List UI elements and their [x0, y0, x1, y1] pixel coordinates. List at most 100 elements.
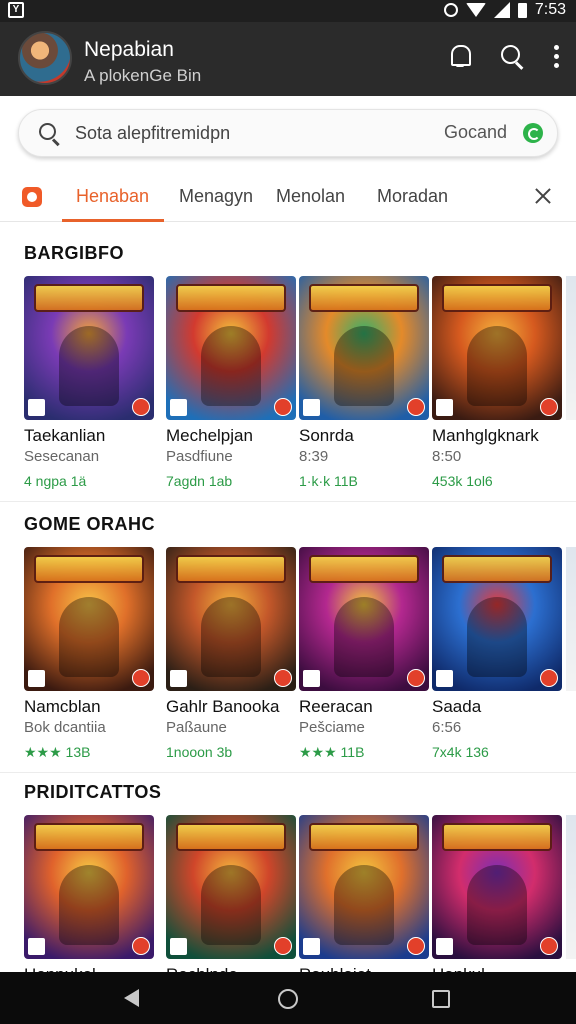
rating-badge-icon [303, 938, 320, 955]
game-cover-image[interactable] [166, 815, 296, 959]
app-title: Nepabian [84, 38, 174, 61]
hero-figure [334, 865, 394, 945]
game-title: Sonrda [299, 426, 354, 445]
search-input[interactable] [75, 120, 375, 146]
game-cover-image[interactable] [299, 547, 429, 691]
game-logo [442, 555, 552, 583]
game-subtitle: 8:50 [432, 448, 462, 465]
editors-choice-icon [132, 398, 150, 416]
game-cover-image[interactable] [432, 276, 562, 420]
game-cover-image[interactable] [299, 815, 429, 959]
card-row: Taekanlian Sesecanan 4 ngpa 1ä Mechelpjan Pa… [24, 276, 576, 506]
editors-choice-icon [132, 937, 150, 955]
avatar[interactable] [18, 31, 72, 85]
next-card-peek[interactable] [566, 547, 576, 691]
game-cover-image[interactable] [166, 547, 296, 691]
search-action-label[interactable]: Gocand [444, 122, 507, 143]
game-cover-image[interactable] [166, 276, 296, 420]
game-meta: 4 ngpa 1ä [24, 473, 87, 489]
hero-figure [59, 326, 119, 406]
hero-figure [201, 597, 261, 677]
game-meta: 1nooon 3b [166, 744, 233, 760]
rating-badge-icon [28, 399, 45, 416]
tab-moradan[interactable]: Moradan [377, 186, 448, 207]
section-divider [0, 772, 576, 773]
hero-figure [59, 597, 119, 677]
editors-choice-icon [540, 398, 558, 416]
bell-icon[interactable] [446, 42, 474, 70]
signal-icon [493, 2, 510, 18]
rating-badge-icon [303, 670, 320, 687]
game-logo [309, 284, 419, 312]
wifi-icon [465, 3, 486, 17]
game-cover-image[interactable] [24, 815, 154, 959]
game-subtitle: Pasdfiune [166, 448, 233, 465]
game-cover-image[interactable] [432, 815, 562, 959]
game-subtitle: 8:39 [299, 448, 329, 465]
hero-figure [201, 865, 261, 945]
next-card-peek[interactable] [566, 815, 576, 959]
close-icon[interactable] [534, 187, 552, 205]
game-subtitle: Bok dcantiia [24, 719, 106, 736]
game-meta: 7x4k 136 [432, 744, 489, 760]
editors-choice-icon [274, 398, 292, 416]
editors-choice-icon [540, 937, 558, 955]
hero-figure [334, 326, 394, 406]
editors-choice-icon [540, 669, 558, 687]
search-icon[interactable] [498, 42, 526, 70]
active-tab-indicator [62, 219, 164, 222]
system-nav-bar [0, 972, 576, 1024]
hero-figure [467, 865, 527, 945]
rating-badge-icon [436, 938, 453, 955]
status-time: 7:53 [534, 1, 566, 18]
game-section: GOME ORAHC Namcblan Bok dcantiia ★★★ 13B Gah… [0, 514, 576, 760]
rating-badge-icon [303, 399, 320, 416]
game-logo [34, 284, 144, 312]
status-icons: 7:53 [443, 1, 566, 19]
tab-menagyn[interactable]: Menagyn [179, 186, 253, 207]
game-cover-image[interactable] [24, 547, 154, 691]
app-bar: Nepabian A plokenGe Bin [0, 22, 576, 96]
rating-badge-icon [28, 670, 45, 687]
editors-choice-icon [274, 669, 292, 687]
hero-figure [467, 326, 527, 406]
app-notification-icon: Y [8, 2, 24, 18]
rating-badge-icon [170, 670, 187, 687]
game-logo [442, 284, 552, 312]
game-section: BARGIBFO Taekanlian Sesecanan 4 ngpa 1ä Mech… [0, 243, 576, 489]
tab-bar: Henaban Menagyn Menolan Moradan [0, 172, 576, 222]
game-cover-image[interactable] [432, 547, 562, 691]
alarm-icon [443, 3, 458, 17]
hero-figure [59, 865, 119, 945]
rating-badge-icon [436, 670, 453, 687]
hero-figure [467, 597, 527, 677]
game-title: Reeracan [299, 697, 373, 716]
next-card-peek[interactable] [566, 276, 576, 420]
rating-badge-icon [170, 938, 187, 955]
game-logo [176, 555, 286, 583]
game-cover-image[interactable] [299, 276, 429, 420]
more-vert-icon[interactable] [550, 42, 562, 70]
section-title: GOME ORAHC [24, 514, 155, 534]
home-icon[interactable] [278, 989, 298, 1009]
game-meta: ★★★ 11B [299, 744, 365, 760]
game-logo [309, 555, 419, 583]
app-subtitle: A plokenGe Bin [84, 66, 202, 85]
sync-badge-icon[interactable] [523, 123, 543, 143]
game-subtitle: 6:56 [432, 719, 462, 736]
game-meta: ★★★ 13B [24, 744, 91, 760]
game-title: Namcblan [24, 697, 101, 716]
recents-icon[interactable] [432, 990, 450, 1008]
rating-badge-icon [28, 938, 45, 955]
game-logo [34, 555, 144, 583]
section-title: PRIDITCATTOS [24, 782, 162, 802]
hero-figure [201, 326, 261, 406]
tab-henaban[interactable]: Henaban [76, 186, 149, 207]
game-logo [176, 284, 286, 312]
game-cover-image[interactable] [24, 276, 154, 420]
back-icon[interactable] [124, 989, 139, 1007]
game-title: Mechelpjan [166, 426, 253, 445]
tab-menolan[interactable]: Menolan [276, 186, 345, 207]
store-logo-icon [22, 187, 42, 207]
search-bar[interactable]: Gocand [18, 109, 558, 157]
